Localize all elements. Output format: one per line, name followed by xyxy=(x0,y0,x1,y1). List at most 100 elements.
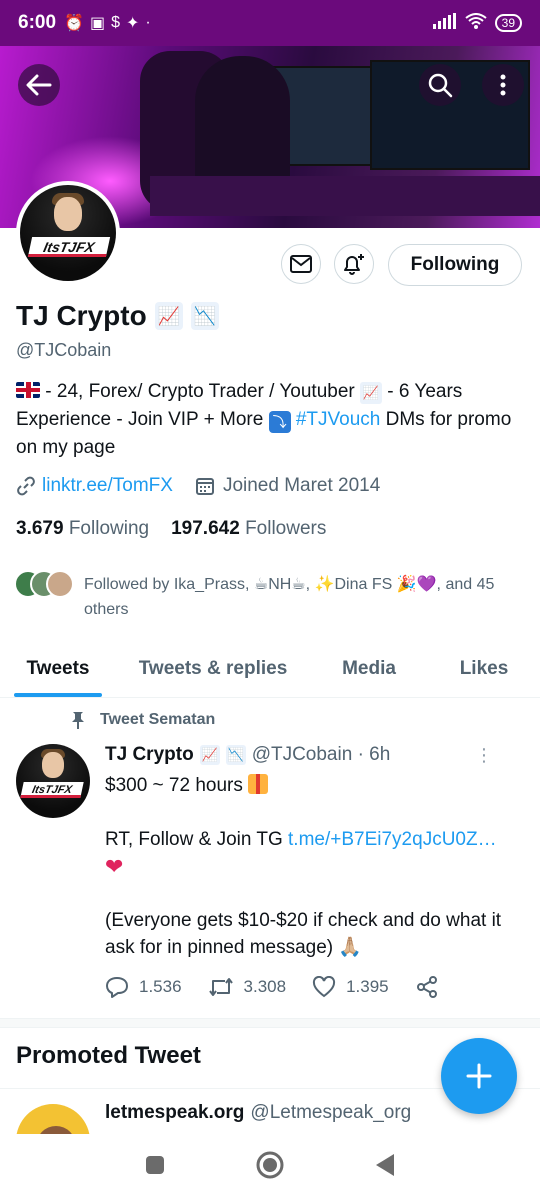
tweet-line-3: (Everyone gets $10-$20 if check and do w… xyxy=(105,910,502,958)
reply-action[interactable]: 1.536 xyxy=(105,976,182,998)
retweet-icon xyxy=(208,978,233,996)
back-nav-button[interactable] xyxy=(374,1152,396,1183)
tweet-text: $300 ~ 72 hours RT, Follow & Join TG t.m… xyxy=(105,772,525,961)
avatar-image: ItsTJFX xyxy=(20,185,116,281)
bio-hashtag[interactable]: #TJVouch xyxy=(296,409,381,430)
promoted-tweet-header: letmespeak.org @Letmespeak_org xyxy=(105,1102,515,1124)
search-icon xyxy=(428,73,453,98)
following-count: 3.679 xyxy=(16,518,64,539)
tweet-author[interactable]: TJ Crypto xyxy=(105,744,194,766)
like-action[interactable]: 1.395 xyxy=(312,976,389,998)
following-button[interactable]: Following xyxy=(388,244,522,286)
tweet-actions: 1.536 3.308 1.395 xyxy=(105,975,465,999)
tweet-header: TJ Crypto 📈 📉 @TJCobain · 6h ⋮ xyxy=(105,744,515,766)
avatar xyxy=(46,570,74,598)
following-label: Following xyxy=(68,518,150,539)
profile-stats: 3.679 Following 197.642 Followers xyxy=(16,518,326,540)
system-navigation-bar xyxy=(0,1134,540,1200)
message-button[interactable] xyxy=(281,244,321,284)
status-bar: 6:00 ⏰ ▣ $ ✦ · 39 xyxy=(0,0,540,46)
battery-indicator: 39 xyxy=(494,14,522,32)
gallery-icon: ▣ xyxy=(89,15,106,32)
share-icon xyxy=(416,976,437,998)
followed-by-avatars[interactable] xyxy=(14,570,74,598)
profile-handle: @TJCobain xyxy=(16,340,112,360)
profile-joined: Joined Maret 2014 xyxy=(222,475,381,496)
followers-count: 197.642 xyxy=(171,518,240,539)
share-action[interactable] xyxy=(415,975,439,999)
dot-icon: · xyxy=(145,14,151,31)
tweet-line-1-text: $300 ~ 72 hours xyxy=(105,775,249,796)
promoted-handle: @Letmespeak_org xyxy=(250,1102,412,1123)
back-arrow-icon xyxy=(26,74,52,96)
recents-icon xyxy=(146,1155,165,1174)
profile-name: TJ Crypto 📈 📉 xyxy=(16,300,219,332)
retweet-action[interactable]: 3.308 xyxy=(208,976,287,998)
more-vertical-icon xyxy=(500,74,506,96)
uk-flag-icon xyxy=(16,382,40,398)
mail-icon xyxy=(290,255,312,273)
calendar-icon xyxy=(195,478,214,495)
avatar-logo-text: ItsTJFX xyxy=(27,237,111,257)
more-button[interactable] xyxy=(482,64,524,106)
tweet-telegram-link[interactable]: t.me/+B7Ei7y2qJcU0Z… xyxy=(288,829,497,850)
profile-meta: linktr.ee/TomFX Joined Maret 2014 xyxy=(16,475,380,497)
tweet-line-1: $300 ~ 72 hours xyxy=(105,772,525,799)
tab-likes[interactable]: Likes xyxy=(428,640,540,697)
status-time: 6:00 xyxy=(18,12,57,33)
back-button[interactable] xyxy=(18,64,60,106)
section-divider xyxy=(0,1018,540,1028)
search-button[interactable] xyxy=(419,64,461,106)
tweet-line-2-text: RT, Follow & Join TG xyxy=(105,829,289,850)
pinned-label: Tweet Sematan xyxy=(100,711,216,728)
tab-tweets[interactable]: Tweets xyxy=(0,640,116,697)
profile-bio: - 24, Forex/ Crypto Trader / Youtuber 📈 … xyxy=(16,378,516,462)
link-icon xyxy=(17,476,35,496)
heart-emoji: ❤ xyxy=(105,854,124,879)
tab-media[interactable]: Media xyxy=(310,640,428,697)
tweet-avatar[interactable]: ItsTJFX xyxy=(16,744,90,818)
profile-website-link[interactable]: linktr.ee/TomFX xyxy=(42,475,173,497)
alarm-icon: ⏰ xyxy=(64,15,84,32)
chart-up-icon: 📈 xyxy=(154,302,183,330)
tweet-handle-time: @TJCobain · 6h xyxy=(251,744,391,765)
avatar-face xyxy=(54,197,82,231)
tab-tweets-replies[interactable]: Tweets & replies xyxy=(116,640,310,697)
twitter-bird-icon: ✦ xyxy=(125,15,140,32)
like-count: 1.395 xyxy=(346,977,389,996)
recents-button[interactable] xyxy=(144,1154,166,1181)
followers-stat[interactable]: 197.642 Followers xyxy=(171,518,326,540)
chart-down-icon: 📉 xyxy=(225,745,246,765)
reply-count: 1.536 xyxy=(139,977,182,996)
promoted-author[interactable]: letmespeak.org xyxy=(105,1102,244,1124)
compose-tweet-button[interactable] xyxy=(441,1038,517,1114)
following-stat[interactable]: 3.679 Following xyxy=(16,518,149,540)
profile-avatar[interactable]: ItsTJFX xyxy=(16,181,120,285)
profile-tabs: Tweets Tweets & replies Media Likes xyxy=(0,640,540,698)
home-icon xyxy=(256,1151,284,1178)
profile-name-text: TJ Crypto xyxy=(16,300,147,331)
back-triangle-icon xyxy=(375,1153,394,1176)
home-button[interactable] xyxy=(255,1150,285,1185)
promoted-heading: Promoted Tweet xyxy=(16,1042,201,1069)
like-icon xyxy=(313,976,336,998)
banner-person xyxy=(195,56,290,191)
signal-icon xyxy=(432,12,457,34)
followed-by-text[interactable]: Followed by Ika_Prass, ☕NH☕, ✨Dina FS 🎉💜… xyxy=(84,572,504,622)
notification-icons: ⏰ ▣ $ ✦ · xyxy=(64,13,151,33)
compose-plus-icon xyxy=(466,1063,492,1089)
chart-up-icon: 📈 xyxy=(199,745,220,765)
pin-icon xyxy=(72,712,84,729)
arrow-down-icon: ⤵ xyxy=(268,411,291,433)
retweet-count: 3.308 xyxy=(243,977,287,996)
banner-desk xyxy=(150,176,540,216)
bell-plus-icon xyxy=(344,254,364,275)
tweet-more-icon[interactable]: ⋮ xyxy=(475,745,493,766)
chart-down-icon: 📉 xyxy=(190,302,219,330)
gift-icon xyxy=(248,774,269,794)
reply-icon xyxy=(106,977,128,998)
wifi-icon xyxy=(465,12,487,34)
avatar-face xyxy=(42,752,64,778)
notify-button[interactable] xyxy=(334,244,374,284)
bio-text-1: - 24, Forex/ Crypto Trader / Youtuber xyxy=(40,381,360,402)
